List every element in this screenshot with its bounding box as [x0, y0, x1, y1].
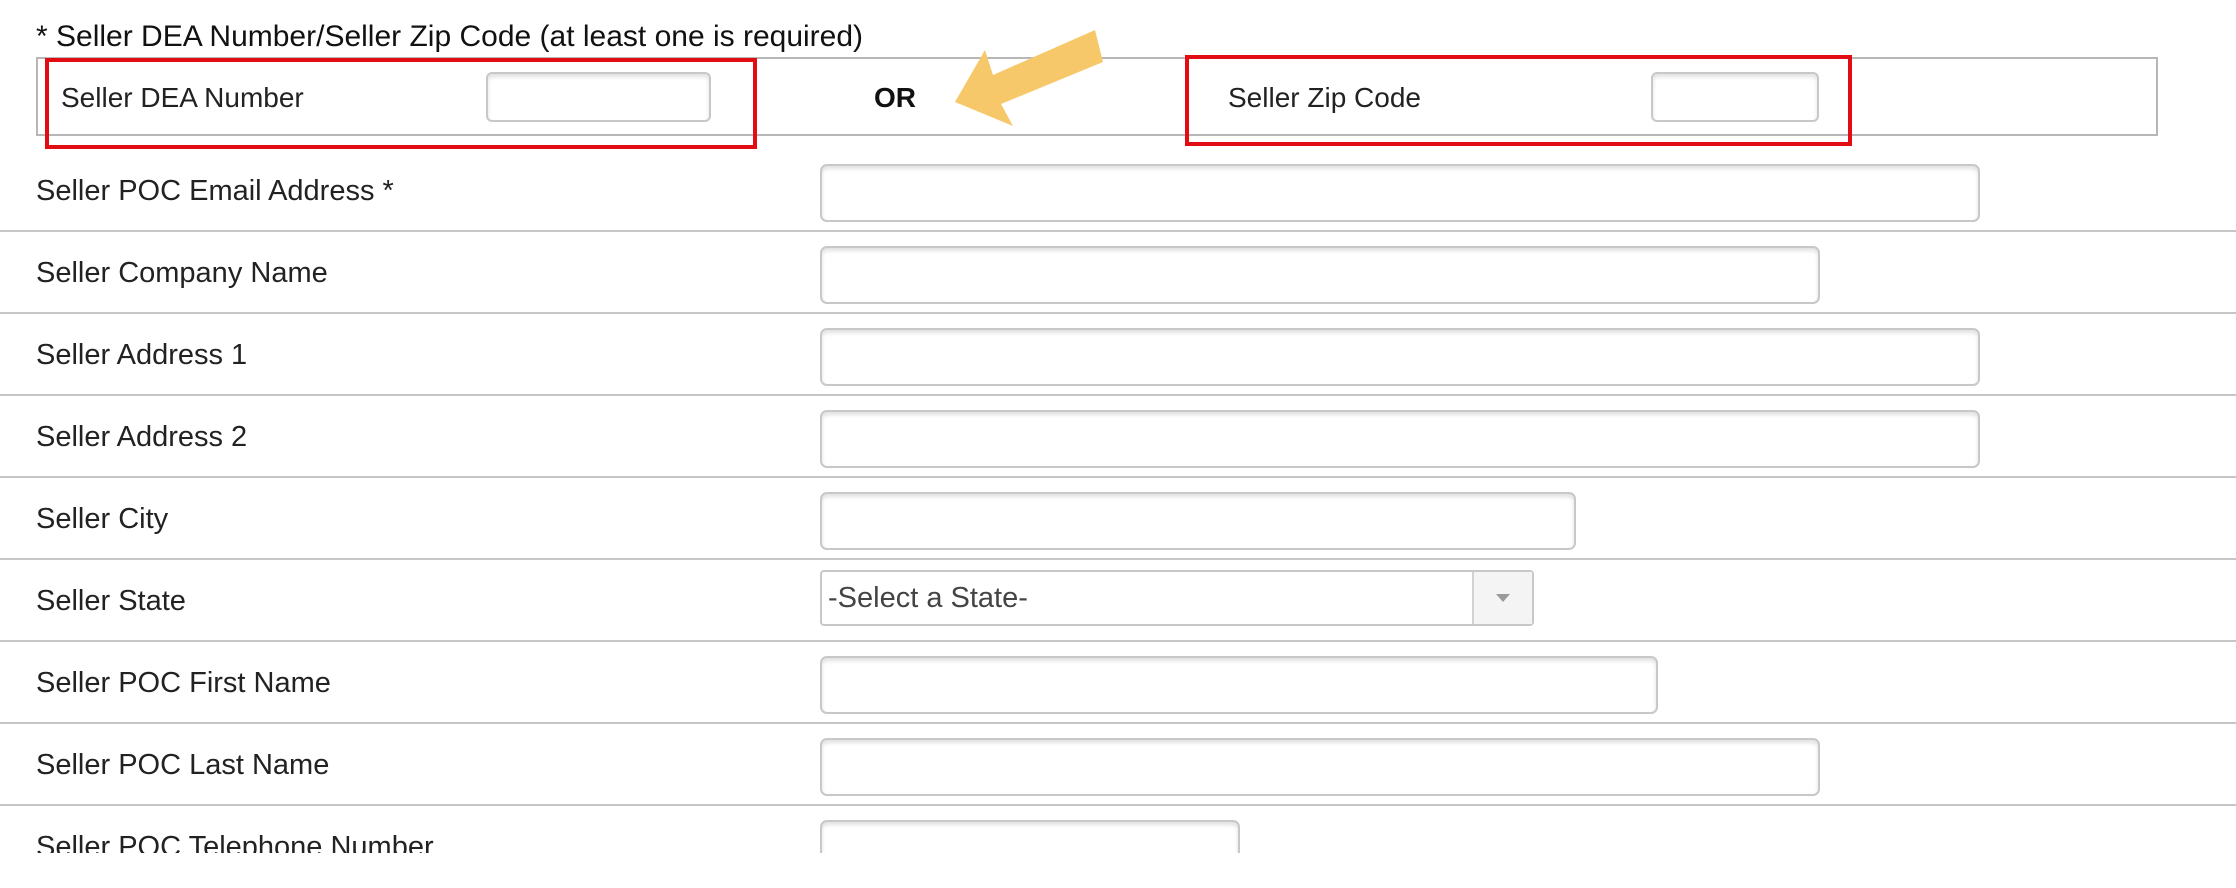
- state-label: Seller State: [36, 585, 186, 617]
- city-field[interactable]: [820, 492, 1576, 550]
- company-name-label: Seller Company Name: [36, 257, 328, 289]
- chevron-down-icon: [1496, 594, 1510, 602]
- state-select-value: -Select a State-: [828, 582, 1028, 614]
- or-label: OR: [874, 82, 916, 113]
- page-cutoff: [0, 853, 2236, 883]
- email-field[interactable]: [820, 164, 1980, 222]
- first-name-row: Seller POC First Name: [0, 642, 2236, 724]
- address1-field[interactable]: [820, 328, 1980, 386]
- last-name-label: Seller POC Last Name: [36, 749, 330, 781]
- state-select[interactable]: -Select a State-: [820, 570, 1534, 626]
- address1-label: Seller Address 1: [36, 339, 248, 371]
- address2-label: Seller Address 2: [36, 421, 248, 453]
- address2-field[interactable]: [820, 410, 1980, 468]
- city-label: Seller City: [36, 503, 169, 535]
- company-name-field[interactable]: [820, 246, 1820, 304]
- email-label: Seller POC Email Address *: [36, 175, 394, 207]
- address2-row: Seller Address 2: [0, 396, 2236, 478]
- address1-row: Seller Address 1: [0, 314, 2236, 396]
- arrow-icon: [955, 30, 1103, 126]
- city-row: Seller City: [0, 478, 2236, 560]
- email-row: Seller POC Email Address *: [0, 150, 2236, 232]
- first-name-field[interactable]: [820, 656, 1658, 714]
- state-select-button[interactable]: [1472, 572, 1532, 624]
- state-row: Seller State -Select a State-: [0, 560, 2236, 642]
- dea-highlight-box: [45, 58, 757, 149]
- company-name-row: Seller Company Name: [0, 232, 2236, 314]
- annotation-arrow: [955, 30, 1103, 126]
- last-name-field[interactable]: [820, 738, 1820, 796]
- zip-highlight-box: [1185, 55, 1852, 146]
- requirement-title: * Seller DEA Number/Seller Zip Code (at …: [36, 20, 864, 53]
- first-name-label: Seller POC First Name: [36, 667, 331, 699]
- last-name-row: Seller POC Last Name: [0, 724, 2236, 806]
